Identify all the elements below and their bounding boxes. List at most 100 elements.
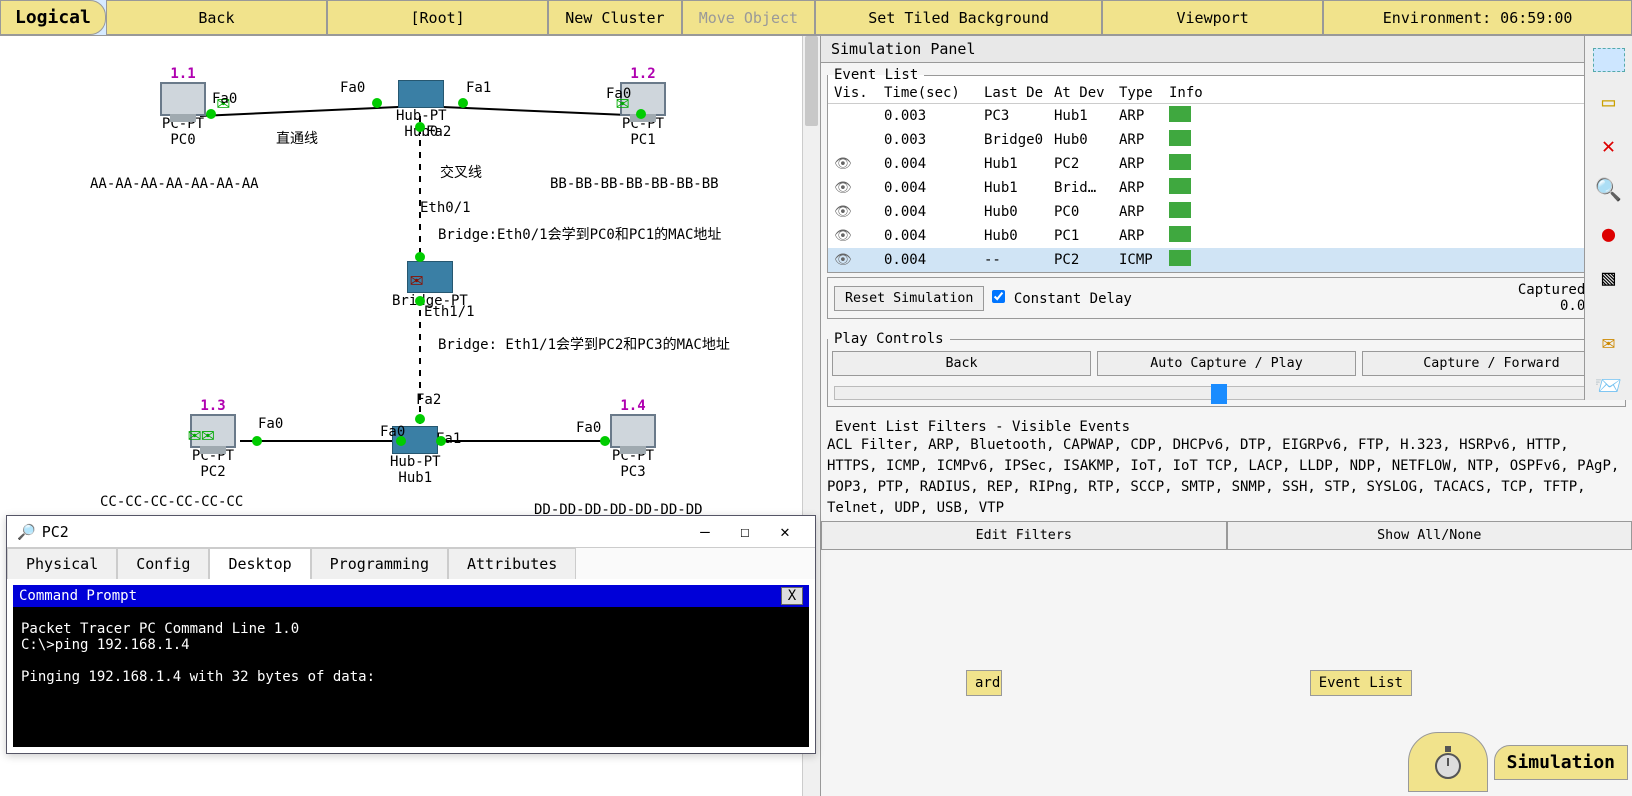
record-tool-icon[interactable]: ●: [1595, 220, 1623, 248]
select-tool-icon[interactable]: [1593, 48, 1625, 72]
filters-title: Event List Filters - Visible Events: [835, 419, 1626, 435]
sim-controls-row: Reset Simulation Constant Delay Captured…: [827, 277, 1626, 319]
stopwatch-icon: [1408, 732, 1488, 792]
port-dot: [415, 122, 425, 132]
pc-icon: [160, 82, 206, 116]
logical-tab[interactable]: Logical: [0, 0, 106, 35]
back-button[interactable]: Back: [106, 0, 327, 35]
note-top: 直通线: [276, 128, 318, 148]
tab-physical[interactable]: Physical: [7, 548, 117, 579]
event-row[interactable]: 👁0.004Hub0PC0ARP: [828, 200, 1607, 224]
resize-tool-icon[interactable]: ▧: [1595, 264, 1623, 292]
device-pc0[interactable]: 1.1 ✉ PC-PT PC0: [160, 66, 206, 148]
play-slider[interactable]: [834, 386, 1619, 400]
col-type[interactable]: Type: [1113, 83, 1163, 103]
event-rows[interactable]: 0.003PC3Hub1ARP0.003Bridge0Hub0ARP👁0.004…: [828, 104, 1607, 272]
inspect-tool-icon[interactable]: 🔍: [1595, 176, 1623, 204]
delete-tool-icon[interactable]: ✕: [1595, 132, 1623, 160]
reset-simulation-button[interactable]: Reset Simulation: [834, 286, 984, 311]
pc2-window[interactable]: 🔎 PC2 — ☐ ✕ Physical Config Desktop Prog…: [6, 515, 816, 754]
col-at[interactable]: At Dev: [1048, 83, 1113, 103]
col-vis[interactable]: Vis.: [828, 83, 878, 103]
event-row[interactable]: 0.003Bridge0Hub0ARP: [828, 128, 1607, 152]
play-back-button[interactable]: Back: [832, 351, 1091, 376]
tab-desktop[interactable]: Desktop: [209, 548, 310, 579]
constant-delay-check[interactable]: Constant Delay: [992, 290, 1131, 307]
sim-panel-title: Simulation Panel ◧ ✕: [821, 36, 1632, 63]
move-object-button: Move Object: [682, 0, 815, 35]
hub0-fa0: Fa0: [340, 80, 365, 96]
tab-config[interactable]: Config: [117, 548, 209, 579]
pc2-port: Fa0: [258, 416, 283, 432]
port-dot: [206, 109, 216, 119]
event-list-legend: Event List: [828, 67, 924, 83]
device-pc1[interactable]: 1.2 ✉ PC-PT PC1: [620, 66, 666, 148]
port-dot: [415, 296, 425, 306]
environment-button[interactable]: Environment: 06:59:00: [1323, 0, 1632, 35]
pc1-port: Fa0: [606, 86, 631, 102]
set-tiled-bg-button[interactable]: Set Tiled Background: [815, 0, 1102, 35]
filters-section: Event List Filters - Visible Events ACL …: [827, 419, 1626, 550]
edit-filters-button[interactable]: Edit Filters: [821, 521, 1227, 550]
port-dot: [436, 436, 446, 446]
tab-attributes[interactable]: Attributes: [448, 548, 576, 579]
maximize-button[interactable]: ☐: [725, 522, 765, 541]
viewport-button[interactable]: Viewport: [1102, 0, 1323, 35]
auto-capture-button[interactable]: Auto Capture / Play: [1097, 351, 1356, 376]
minimize-button[interactable]: —: [685, 522, 725, 541]
event-row[interactable]: 👁0.004Hub1Brid…ARP: [828, 176, 1607, 200]
terminal-body[interactable]: Packet Tracer PC Command Line 1.0 C:\>pi…: [13, 607, 809, 747]
pc3-port: Fa0: [576, 420, 601, 436]
event-row[interactable]: 👁0.004Hub1PC2ARP: [828, 152, 1607, 176]
play-controls-legend: Play Controls: [828, 331, 950, 347]
pc2-mac: CC-CC-CC-CC-CC-CC: [100, 494, 243, 510]
filters-body: ACL Filter, ARP, Bluetooth, CAPWAP, CDP,…: [827, 435, 1626, 519]
note-br2: Bridge: Eth1/1会学到PC2和PC3的MAC地址: [438, 334, 730, 354]
terminal-close-button[interactable]: X: [781, 587, 803, 605]
pc-icon: [610, 414, 656, 448]
show-all-none-button[interactable]: Show All/None: [1227, 521, 1632, 550]
simulation-label: Simulation: [1494, 745, 1628, 780]
pc2-ip: 1.3: [190, 398, 236, 414]
slider-knob[interactable]: [1211, 384, 1227, 404]
pc2-titlebar[interactable]: 🔎 PC2 — ☐ ✕: [7, 516, 815, 547]
tab-programming[interactable]: Programming: [311, 548, 448, 579]
event-row[interactable]: 👁0.004Hub0PC1ARP: [828, 224, 1607, 248]
bridge-eth11: Eth1/1: [424, 304, 475, 320]
envelope-icon: ✉: [410, 267, 423, 292]
device-bridge[interactable]: ✉ Bridge-PT: [392, 261, 468, 309]
port-dot: [600, 436, 610, 446]
closed-envelope-icon[interactable]: ✉: [1595, 328, 1623, 356]
event-row[interactable]: 0.003PC3Hub1ARP: [828, 104, 1607, 128]
col-info[interactable]: Info: [1163, 83, 1203, 103]
terminal-titlebar: Command Prompt X: [13, 585, 809, 607]
port-dot: [415, 414, 425, 424]
simulation-tab[interactable]: Simulation: [1408, 732, 1628, 792]
hub0-fa1: Fa1: [466, 80, 491, 96]
device-pc2[interactable]: 1.3 ✉✉ PC-PT PC2: [190, 398, 236, 480]
open-envelope-icon[interactable]: 📨: [1595, 372, 1623, 400]
pc2-tabs: Physical Config Desktop Programming Attr…: [7, 547, 815, 579]
col-time[interactable]: Time(sec): [878, 83, 978, 103]
port-dot: [252, 436, 262, 446]
root-button[interactable]: [Root]: [327, 0, 548, 35]
terminal-title: Command Prompt: [19, 588, 137, 604]
device-pc3[interactable]: 1.4 PC-PT PC3: [610, 398, 656, 480]
bottom-bar-peek[interactable]: ard: [966, 670, 1002, 696]
note-br1: Bridge:Eth0/1会学到PC0和PC1的MAC地址: [438, 224, 721, 244]
close-button[interactable]: ✕: [765, 522, 805, 541]
event-row[interactable]: 👁0.004--PC2ICMP: [828, 248, 1607, 272]
capture-forward-button[interactable]: Capture / Forward: [1362, 351, 1621, 376]
pc0-port: Fa0: [212, 91, 237, 107]
port-dot: [372, 98, 382, 108]
sim-title-text: Simulation Panel: [831, 40, 976, 58]
note-tool-icon[interactable]: ▭: [1595, 88, 1623, 116]
event-list-button[interactable]: Event List: [1310, 670, 1412, 696]
bridge-eth01: Eth0/1: [420, 200, 471, 216]
pc2-name: PC2: [190, 464, 236, 480]
col-last[interactable]: Last De: [978, 83, 1048, 103]
simulation-panel: Simulation Panel ◧ ✕ Event List Vis. Tim…: [820, 36, 1632, 796]
new-cluster-button[interactable]: New Cluster: [548, 0, 681, 35]
pc1-mac: BB-BB-BB-BB-BB-BB-BB: [550, 176, 719, 192]
hub0-fa2: Fa2: [426, 124, 451, 140]
